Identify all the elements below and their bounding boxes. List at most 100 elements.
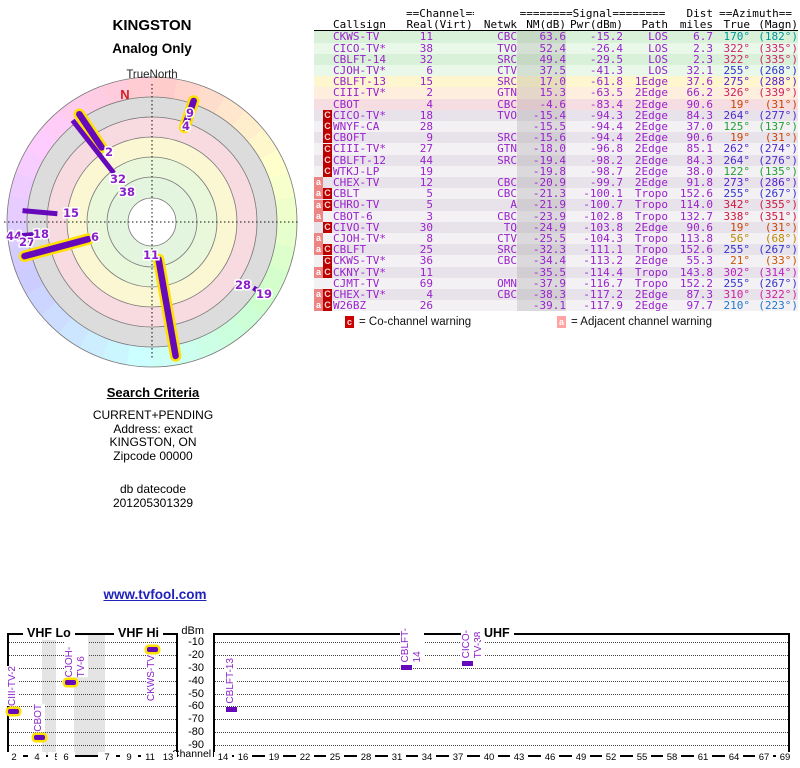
network-cell: CBC bbox=[497, 255, 518, 267]
callsign-cell: CBOT bbox=[333, 98, 360, 110]
true-azimuth-cell: 19° bbox=[730, 132, 751, 144]
callsign-cell: CHEX-TV* bbox=[333, 289, 386, 301]
noise-margin-cell: -19.4 bbox=[517, 154, 567, 166]
network-cell bbox=[474, 267, 517, 278]
channel-label: 6 bbox=[91, 230, 99, 244]
magnetic-azimuth-cell: (274°) bbox=[758, 143, 799, 155]
callsign-cell: CBLT bbox=[333, 188, 360, 200]
path-cell: Tropo bbox=[634, 266, 669, 278]
dbm-gridline bbox=[215, 706, 788, 708]
callsign-cell: CKNY-TV* bbox=[333, 266, 386, 278]
magnetic-azimuth-cell: (31°) bbox=[764, 132, 799, 144]
co-channel-warning-flag: C bbox=[323, 143, 332, 155]
co-channel-badge: c bbox=[345, 316, 354, 328]
magnetic-azimuth-cell: (135°) bbox=[758, 165, 799, 178]
column-group-header bbox=[333, 8, 406, 19]
channel-tick-label: 46 bbox=[541, 752, 559, 763]
true-azimuth-cell: 322° bbox=[723, 53, 751, 66]
network-cell: CTV bbox=[497, 233, 518, 245]
noise-margin-cell: -38.3 bbox=[517, 289, 567, 301]
power-cell: -41.3 bbox=[589, 65, 624, 77]
channel-tick-label: 37 bbox=[449, 752, 467, 763]
station-row: CJOH-TV* 6 CTV 37.5 -41.3 LOS 32.1 255° (268°) bbox=[314, 65, 799, 77]
path-cell: Tropo bbox=[634, 244, 669, 256]
channel-tick-label: 11 bbox=[141, 752, 159, 763]
virtual-channel-cell bbox=[433, 99, 474, 110]
path-cell: 2Edge bbox=[634, 109, 669, 122]
path-cell: Tropo bbox=[634, 188, 669, 200]
true-azimuth-cell: 255° bbox=[723, 277, 751, 290]
power-cell: -114.4 bbox=[583, 266, 624, 278]
channel-tick-label: 19 bbox=[265, 752, 283, 763]
station-row: CBLFT-13 15 SRC 17.0 -61.8 1Edge 37.6 275° (288°… bbox=[314, 76, 799, 88]
power-cell: -94.4 bbox=[589, 132, 624, 144]
station-row: C CBOFT 9 SRC -15.6 -94.4 2Edge 90.6 19° (31°) bbox=[314, 132, 799, 144]
noise-margin-cell: -21.3 bbox=[517, 188, 567, 200]
magnetic-azimuth-cell: (355°) bbox=[758, 199, 799, 211]
distance-cell: 87.3 bbox=[686, 289, 714, 301]
true-north-label: TrueNorth bbox=[126, 69, 177, 81]
real-channel-cell: 18 bbox=[419, 109, 433, 122]
power-cell: -94.3 bbox=[589, 109, 624, 122]
co-channel-warning-flag: C bbox=[323, 121, 332, 133]
station-marker bbox=[462, 661, 473, 667]
real-channel-cell: 15 bbox=[419, 76, 433, 88]
true-azimuth-cell: 125° bbox=[723, 121, 751, 133]
true-azimuth-cell: 264° bbox=[723, 109, 751, 122]
station-row: a C CHEX-TV* 4 CBC -38.3 -117.2 2Edge 87.3 310° (3… bbox=[314, 289, 799, 301]
noise-margin-cell: -20.9 bbox=[517, 177, 567, 189]
adjacent-warning-flag bbox=[314, 256, 323, 267]
adjacent-warning-flag: a bbox=[314, 188, 323, 200]
virtual-channel-cell bbox=[433, 267, 474, 278]
virtual-channel-cell bbox=[433, 110, 474, 121]
dbm-gridline bbox=[9, 732, 176, 734]
dbm-tick-label: -60 bbox=[188, 700, 204, 713]
callsign-cell: CHEX-TV bbox=[333, 177, 380, 189]
co-channel-warning-flag: C bbox=[323, 221, 332, 233]
virtual-channel-cell bbox=[433, 177, 474, 188]
true-azimuth-cell: 255° bbox=[723, 65, 751, 77]
distance-cell: 6.7 bbox=[693, 30, 714, 43]
station-marker bbox=[65, 680, 76, 686]
real-channel-cell: 12 bbox=[419, 177, 433, 189]
adjacent-warning-flag bbox=[314, 132, 323, 143]
magnetic-azimuth-cell: (276°) bbox=[758, 154, 799, 166]
network-cell: CBC bbox=[497, 210, 518, 222]
callsign-cell: CKWS-TV* bbox=[333, 255, 386, 267]
column-header: Pwr(dBm) bbox=[566, 19, 624, 32]
power-cell: -116.7 bbox=[583, 277, 624, 290]
distance-cell: 113.8 bbox=[679, 233, 714, 245]
dbm-gridline bbox=[9, 745, 176, 746]
distance-cell: 55.3 bbox=[686, 255, 714, 267]
power-cell: -61.8 bbox=[589, 76, 624, 88]
real-channel-cell: 19 bbox=[419, 165, 433, 178]
adjacent-warning-flag bbox=[314, 278, 323, 289]
channel-label: 18 bbox=[33, 227, 49, 241]
distance-cell: 85.1 bbox=[686, 143, 714, 155]
adjacent-warning-flag bbox=[314, 121, 323, 132]
distance-cell: 132.7 bbox=[679, 210, 714, 222]
station-row: C CKWS-TV* 36 CBC -34.4 -113.2 2Edge 55.3 21° (33… bbox=[314, 255, 799, 267]
virtual-channel-cell bbox=[433, 143, 474, 154]
channel-tick-label: 2 bbox=[5, 752, 23, 763]
callsign-cell: W26BZ bbox=[333, 300, 367, 312]
chart-subtitle: Analog Only bbox=[112, 41, 192, 56]
noise-margin-cell: 63.6 bbox=[517, 30, 567, 43]
distance-cell: 37.6 bbox=[686, 76, 714, 88]
path-cell: 2Edge bbox=[634, 143, 669, 155]
power-cell: -26.4 bbox=[589, 42, 624, 54]
column-header bbox=[314, 19, 333, 32]
power-cell: -117.9 bbox=[583, 300, 624, 312]
station-marker bbox=[8, 708, 19, 714]
callsign-cell: CJOH-TV* bbox=[333, 65, 386, 77]
search-criteria-line: CURRENT+PENDING bbox=[92, 408, 214, 422]
magnetic-azimuth-cell: (182°) bbox=[758, 30, 799, 43]
magnetic-azimuth-cell: (267°) bbox=[758, 244, 799, 256]
dbm-gridline bbox=[215, 719, 788, 721]
network-cell: TQ bbox=[503, 221, 518, 234]
noise-margin-cell: 49.4 bbox=[517, 53, 567, 66]
path-cell: Tropo bbox=[634, 233, 669, 245]
tvfool-link[interactable]: www.tvfool.com bbox=[60, 587, 250, 602]
power-cell: -104.3 bbox=[583, 233, 624, 245]
noise-margin-cell: -35.5 bbox=[517, 266, 567, 278]
